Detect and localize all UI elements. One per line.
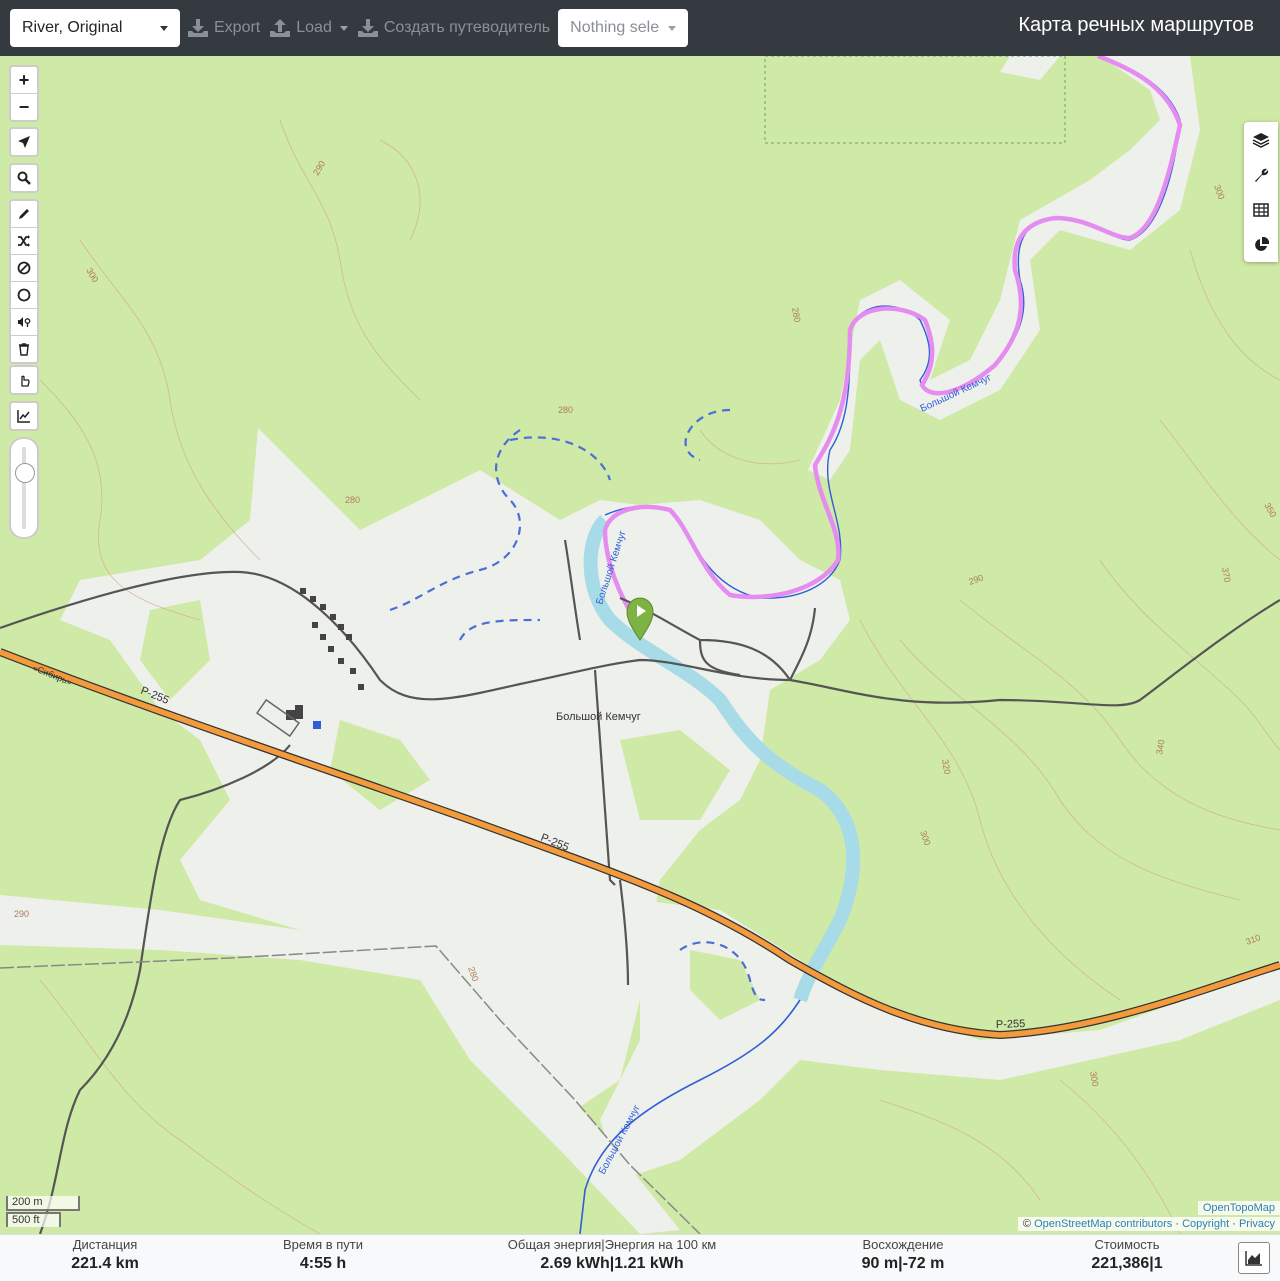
area-chart-icon [1245, 1251, 1262, 1266]
load-button[interactable]: Load [270, 9, 348, 47]
road-label: Р-255 [996, 1018, 1026, 1031]
line-chart-icon [17, 410, 30, 423]
right-toolbar [1244, 122, 1278, 262]
download-icon [357, 19, 378, 37]
copyright-symbol: © [1022, 1218, 1032, 1230]
selection-dropdown-value: Nothing sele [570, 19, 660, 36]
osm-link[interactable]: OpenStreetMap contributors [1034, 1218, 1172, 1230]
time-value: 4:55 h [299, 1255, 347, 1272]
slider-track [22, 447, 26, 529]
table-button[interactable] [1244, 192, 1278, 227]
energy-label: Общая энергия|Энергия на 100 км [507, 1237, 717, 1252]
statistics-button[interactable] [1244, 227, 1278, 262]
draw-route-button[interactable] [11, 201, 37, 228]
cost-label: Стоимость [1094, 1237, 1160, 1252]
distance-label: Дистанция [72, 1237, 138, 1252]
top-navbar: River, Original Export Load Создать путе… [0, 0, 1280, 56]
scale-metric: 200 m [6, 1196, 80, 1211]
time-label: Время в пути [283, 1237, 363, 1252]
scale-imperial: 500 ft [6, 1212, 61, 1227]
pie-chart-icon [1255, 236, 1269, 251]
stat-distance: Дистанция 221.4 km [40, 1237, 170, 1273]
zoom-control: + − [9, 65, 39, 122]
pencil-icon [19, 209, 29, 219]
touch-control [9, 365, 39, 395]
map-canvas: Большой Кемчуг Большой Кемчуг Большой Ке… [0, 56, 1280, 1234]
layer-attribution[interactable]: OpenTopoMap [1197, 1201, 1280, 1215]
circle-tool-button[interactable] [11, 282, 37, 309]
stat-energy: Общая энергия|Энергия на 100 км 2.69 kWh… [490, 1237, 734, 1273]
privacy-link[interactable]: Privacy [1239, 1218, 1275, 1230]
map-marker-sound-icon [18, 317, 31, 327]
layers-button[interactable] [1244, 122, 1278, 157]
attribution: © OpenStreetMap contributors · Copyright… [1017, 1217, 1280, 1231]
circle-icon [17, 288, 31, 302]
profile-select[interactable]: River, Original [10, 9, 180, 47]
ascent-label: Восхождение [862, 1237, 944, 1252]
search-button[interactable] [11, 165, 37, 191]
export-label: Export [214, 19, 261, 36]
elevation-control [9, 401, 39, 431]
profile-select-value: River, Original [22, 19, 123, 36]
elevation-profile-button[interactable] [11, 403, 37, 429]
hand-pointer-icon [21, 375, 30, 387]
selection-dropdown[interactable]: Nothing sele [558, 9, 689, 47]
download-icon [188, 19, 208, 37]
contour-label: 280 [558, 405, 573, 415]
stat-ascent: Восхождение 90 m|-72 m [838, 1237, 968, 1273]
zoom-in-button[interactable]: + [11, 67, 37, 94]
delete-button[interactable] [11, 336, 37, 362]
copyright-link[interactable]: Copyright [1182, 1218, 1229, 1230]
route-stats-bar: Дистанция 221.4 km Время в пути 4:55 h О… [0, 1234, 1280, 1281]
drawing-toolbar [9, 199, 39, 364]
contour-label: 280 [345, 495, 360, 505]
hand-pointer-button[interactable] [11, 367, 37, 393]
locate-button[interactable] [11, 129, 37, 155]
chevron-down-icon [668, 25, 677, 31]
map-view[interactable]: Большой Кемчуг Большой Кемчуг Большой Ке… [0, 56, 1280, 1234]
scale-bar: 200 m 500 ft [6, 1196, 80, 1227]
export-button[interactable]: Export [188, 9, 260, 47]
slider-handle[interactable] [15, 463, 35, 483]
wrench-icon [1255, 168, 1269, 182]
table-icon [1253, 202, 1269, 217]
upload-icon [270, 19, 291, 37]
load-label: Load [296, 19, 332, 36]
village-label: Большой Кемчуг [556, 711, 641, 723]
settings-button[interactable] [1244, 157, 1278, 192]
energy-value: 2.69 kWh|1.21 kWh [540, 1255, 684, 1272]
poi-button[interactable] [11, 309, 37, 336]
chevron-down-icon [160, 25, 168, 31]
create-guide-button[interactable]: Создать путеводитель [357, 9, 551, 47]
stat-time: Время в пути 4:55 h [258, 1237, 388, 1273]
layers-icon [1252, 132, 1270, 148]
contour-label: 290 [14, 909, 29, 919]
reverse-route-button[interactable] [11, 228, 37, 255]
distance-value: 221.4 km [71, 1255, 139, 1272]
trash-icon [19, 343, 29, 356]
cost-value: 221,386|1 [1091, 1255, 1163, 1272]
ascent-value: 90 m|-72 m [861, 1255, 945, 1272]
chevron-down-icon [339, 25, 348, 31]
separator: · [1232, 1218, 1236, 1230]
location-arrow-icon [18, 136, 30, 148]
elevation-chart-button[interactable] [1238, 1242, 1270, 1274]
ban-icon [17, 261, 31, 275]
opacity-slider[interactable] [9, 437, 39, 539]
parking-icon [313, 721, 321, 729]
search-control [9, 163, 39, 193]
search-icon [17, 171, 31, 185]
zoom-out-button[interactable]: − [11, 94, 37, 120]
shuffle-icon [18, 235, 30, 247]
locate-control [9, 127, 39, 157]
no-go-area-button[interactable] [11, 255, 37, 282]
create-guide-label: Создать путеводитель [383, 19, 551, 36]
app-title: Карта речных маршрутов [1018, 14, 1254, 36]
separator: · [1175, 1218, 1179, 1230]
stat-cost: Стоимость 221,386|1 [1062, 1237, 1192, 1273]
